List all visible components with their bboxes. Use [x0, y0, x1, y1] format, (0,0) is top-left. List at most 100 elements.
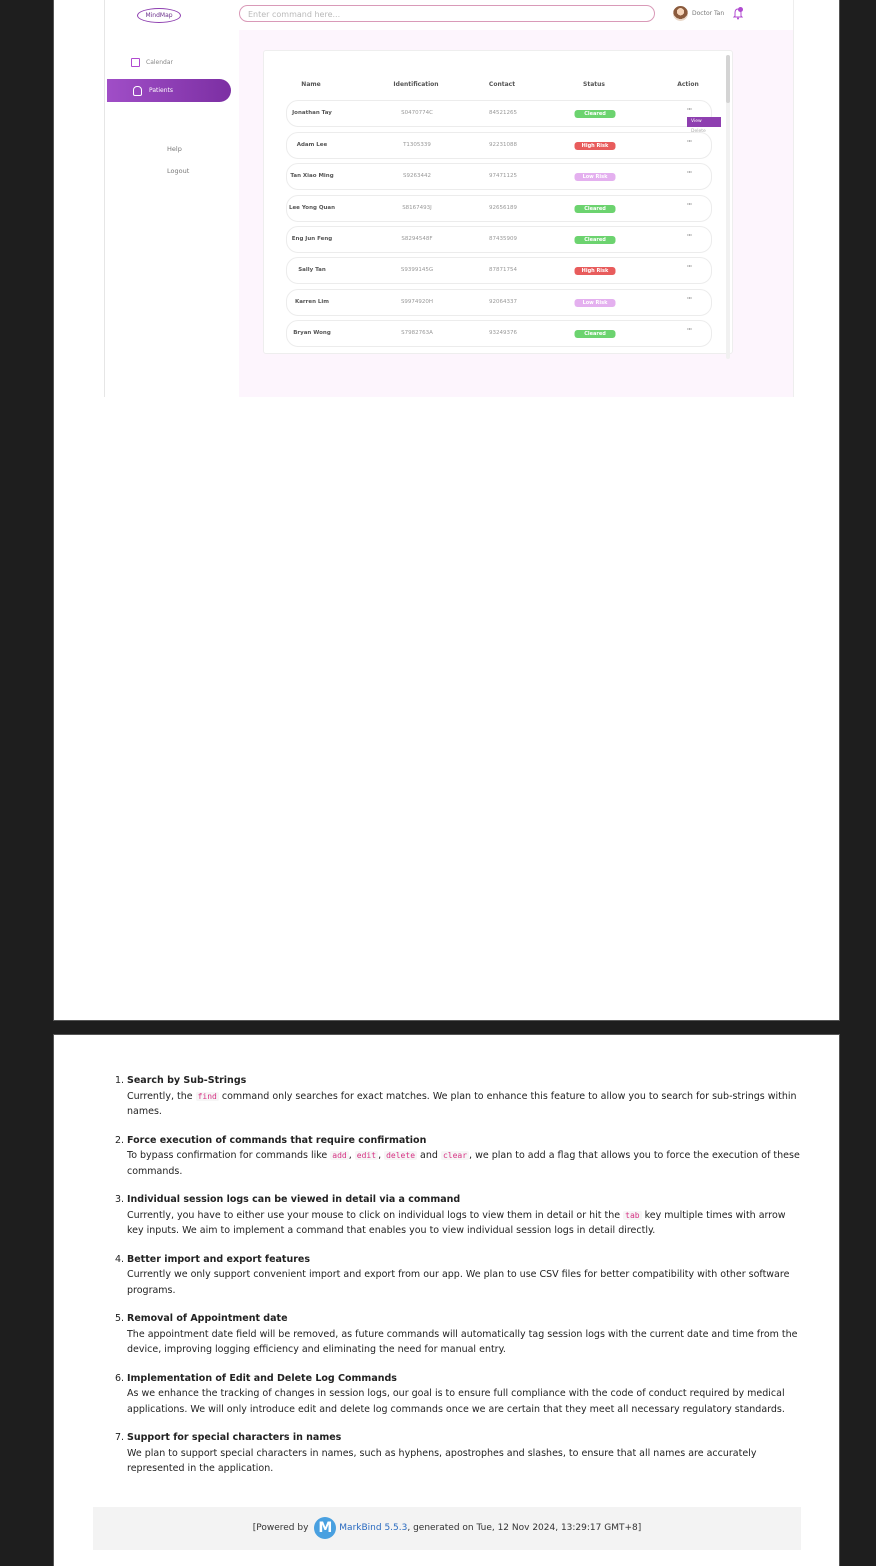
notification-badge [738, 7, 743, 12]
patient-identification: S9263442 [403, 173, 431, 179]
description-text: and [417, 1150, 441, 1161]
patient-contact: 97471125 [489, 173, 517, 179]
more-options-icon[interactable]: ··· [687, 325, 693, 334]
more-options-icon[interactable]: ··· [687, 294, 693, 303]
feature-description: We plan to support special characters in… [127, 1448, 756, 1475]
sidebar-item-calendar[interactable]: Calendar [131, 58, 173, 67]
table-row[interactable]: Bryan Wong S7982763A 93249376 Cleared ··· [286, 320, 712, 347]
app-top-bar: MindMap Enter command here... Doctor Tan [105, 0, 793, 30]
more-options-icon[interactable]: ··· [687, 262, 693, 271]
status-badge: Cleared [574, 236, 616, 244]
sidebar-item-logout[interactable]: Logout [167, 167, 189, 175]
patient-identification: S0470774C [401, 110, 433, 116]
feature-description: Currently we only support convenient imp… [127, 1269, 789, 1296]
table-row[interactable]: Eng Jun Feng S8294548F 87435909 Cleared ··· [286, 226, 712, 253]
command-code: tab [623, 1210, 642, 1220]
patient-name: Lee Yong Quan [288, 205, 336, 211]
feature-description: Currently, the find command only searche… [127, 1091, 797, 1118]
delete-menu-item[interactable]: Delete [687, 127, 721, 137]
feature-item: 5. Removal of Appointment date The appoint… [115, 1311, 802, 1358]
patient-name: Bryan Wong [293, 330, 331, 336]
more-options-icon[interactable]: ··· [687, 137, 693, 146]
sidebar-item-patients[interactable]: Patients [107, 79, 231, 102]
sidebar-item-help[interactable]: Help [167, 145, 182, 153]
status-badge: Low Risk [574, 299, 616, 307]
command-code: find [195, 1091, 219, 1101]
table-row[interactable]: Adam Lee T1305339 92231088 High Risk ··· [286, 132, 712, 159]
markbind-link[interactable]: MarkBind 5.5.3 [339, 1523, 407, 1533]
patient-contact: 87871754 [489, 267, 517, 273]
patient-contact: 92656189 [489, 205, 517, 211]
feature-description: The appointment date field will be remov… [127, 1329, 798, 1356]
patient-contact: 87435909 [489, 236, 517, 242]
app-logo: MindMap [137, 8, 181, 23]
description-text: Currently we only support convenient imp… [127, 1269, 790, 1296]
feature-item: 6. Implementation of Edit and Delete Log … [115, 1371, 802, 1418]
feature-number: 5. [115, 1313, 125, 1324]
command-input[interactable]: Enter command here... [239, 5, 655, 22]
row-action-menu: View Delete [687, 117, 721, 137]
status-badge: Low Risk [574, 173, 616, 181]
table-row[interactable]: Jonathan Tay S0470774C 84521265 Cleared ··· [286, 100, 712, 127]
more-options-icon[interactable]: ··· [687, 168, 693, 177]
command-code: edit [354, 1151, 379, 1160]
table-row[interactable]: Lee Yong Quan S8167493J 92656189 Cleared ··· [286, 195, 712, 222]
app-mockup-screenshot: MindMap Enter command here... Doctor Tan… [104, 0, 794, 397]
more-options-icon[interactable]: ··· [687, 231, 693, 240]
feature-title: Support for special characters in names [127, 1432, 342, 1443]
main-content: Name Identification Contact Status Actio… [239, 30, 793, 397]
more-options-icon[interactable]: ··· [687, 200, 693, 209]
description-text: , [348, 1150, 355, 1161]
patient-contact: 93249376 [489, 330, 517, 336]
description-text: Currently, the [127, 1090, 196, 1102]
sidebar-item-label: Calendar [146, 59, 173, 66]
feature-item: 3. Individual session logs can be viewed … [115, 1192, 802, 1239]
user-name: Doctor Tan [692, 10, 725, 17]
command-code: delete [384, 1151, 418, 1160]
status-badge: Cleared [574, 110, 616, 118]
description-text: The appointment date field will be remov… [127, 1328, 798, 1356]
description-text: We plan to support special characters in… [127, 1447, 757, 1475]
feature-title: Force execution of commands that require… [127, 1134, 427, 1146]
user-icon [133, 86, 142, 96]
column-header-name: Name [301, 81, 321, 88]
status-badge: Cleared [574, 330, 616, 338]
patient-identification: S9399145G [400, 267, 434, 273]
sidebar: Calendar Patients Help Logout [105, 30, 239, 397]
feature-description: As we enhance the tracking of changes in… [127, 1388, 785, 1415]
description-text: To bypass confirmation for commands like [127, 1150, 331, 1161]
column-header-contact: Contact [488, 81, 516, 88]
table-row[interactable]: Sally Tan S9399145G 87871754 High Risk ··· [286, 257, 712, 284]
description-text: command only searches for exact matches.… [127, 1090, 797, 1118]
view-menu-item[interactable]: View [687, 117, 721, 127]
calendar-icon [131, 58, 140, 67]
planned-features-list: 1. Search by Sub-Strings Currently, the fi… [114, 1073, 802, 1490]
command-code: clear [440, 1151, 470, 1160]
patient-identification: S8294548F [401, 236, 433, 242]
document-section: 1. Search by Sub-Strings Currently, the fi… [54, 1035, 839, 1566]
table-row[interactable]: Tan Xiao Ming S9263442 97471125 Low Risk ··· [286, 163, 712, 190]
description-text: Currently, you have to either use your m… [127, 1209, 624, 1221]
patient-contact: 92231088 [489, 142, 517, 148]
patient-name: Tan Xiao Ming [290, 173, 334, 179]
more-options-icon[interactable]: ··· [687, 105, 693, 114]
patient-name: Sally Tan [298, 267, 326, 273]
feature-number: 1. [115, 1075, 125, 1086]
table-row[interactable]: Karren Lim S9974920H 92064337 Low Risk ··· [286, 289, 712, 316]
patient-identification: S7982763A [401, 330, 433, 336]
patient-name: Karren Lim [294, 299, 330, 305]
feature-description: To bypass confirmation for commands like… [127, 1150, 800, 1177]
column-header-identification: Identification [393, 81, 439, 88]
footer-suffix: , generated on Tue, 12 Nov 2024, 13:29:1… [407, 1523, 642, 1533]
patient-name: Jonathan Tay [292, 110, 332, 116]
patients-table-card: Name Identification Contact Status Actio… [263, 50, 733, 359]
scrollbar[interactable] [726, 55, 730, 359]
column-header-status: Status [583, 81, 605, 88]
status-badge: Cleared [574, 205, 616, 213]
avatar[interactable] [673, 6, 688, 21]
feature-title: Individual session logs can be viewed in… [127, 1194, 461, 1205]
patient-contact: 92064337 [489, 299, 517, 305]
patient-identification: S8167493J [402, 205, 432, 211]
feature-title: Implementation of Edit and Delete Log Co… [127, 1372, 397, 1384]
scrollbar-thumb[interactable] [726, 55, 730, 103]
